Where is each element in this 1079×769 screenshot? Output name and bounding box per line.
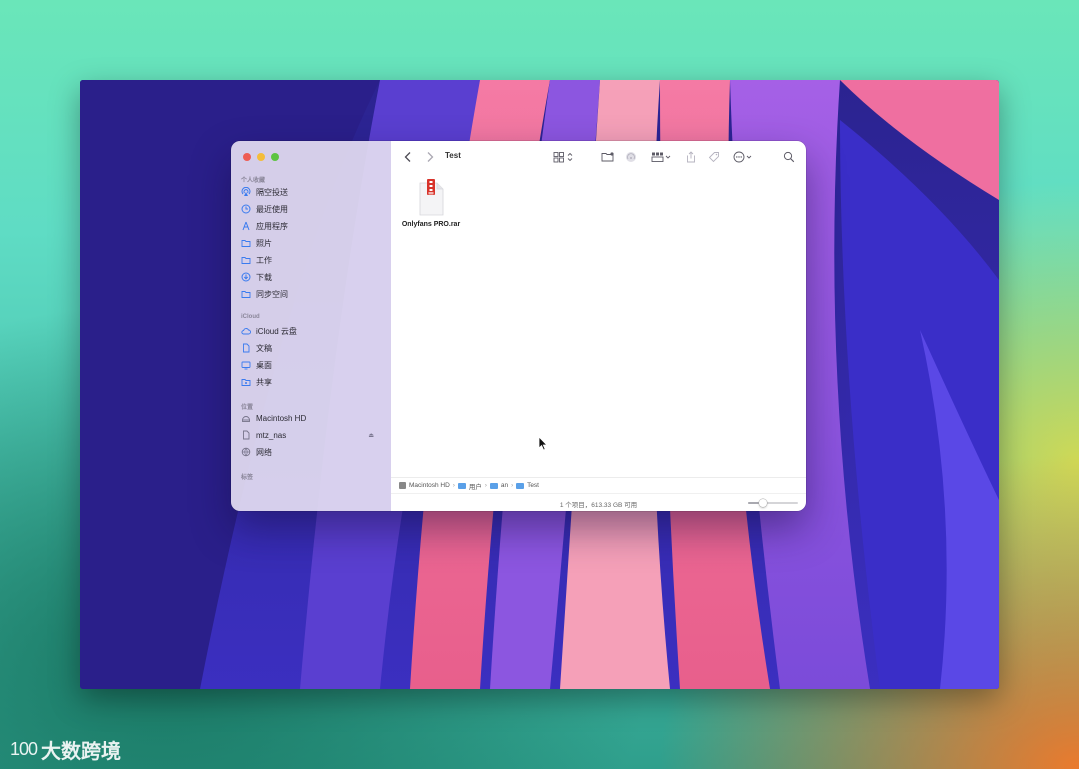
chevron-right-icon: ›: [452, 482, 455, 489]
view-mode-button[interactable]: [553, 150, 575, 164]
sidebar-item-label: 下载: [256, 272, 272, 282]
close-button[interactable]: [243, 153, 251, 161]
disk-icon: [241, 413, 251, 423]
share-button[interactable]: [686, 150, 696, 164]
sidebar-item-label: 最近使用: [256, 204, 288, 214]
cloud-icon: [241, 326, 251, 336]
sidebar-item-mtz-nas[interactable]: mtz_nas ⏏: [241, 428, 386, 442]
status-text: 1 个项目，613.33 GB 可用: [559, 502, 638, 509]
share-icon: [686, 151, 696, 163]
window-title: Test: [445, 151, 461, 160]
grid-view-icon: [553, 151, 575, 163]
watermark-text: 大数跨境: [41, 741, 122, 763]
folder-icon: [457, 482, 466, 489]
shared-folder-icon: [241, 377, 251, 387]
sidebar-item-sync-space[interactable]: 同步空间: [241, 287, 386, 301]
sidebar-item-label: Macintosh HD: [256, 413, 307, 423]
tag-icon: [708, 151, 720, 163]
window-controls: [243, 153, 279, 161]
airdrop-icon: [625, 151, 637, 163]
applications-icon: [241, 221, 251, 231]
sidebar-item-work[interactable]: 工作: [241, 253, 386, 267]
status-bar: 1 个项目，613.33 GB 可用: [391, 493, 806, 511]
document-icon: [241, 343, 251, 353]
watermark-logo: 100: [10, 739, 38, 759]
disk-icon: [399, 482, 406, 489]
finder-window: 个人收藏 隔空投送 最近使用 应用程序 照片 工作 下载 同步空间 iCloud…: [231, 141, 806, 511]
folder-icon: [241, 289, 251, 299]
desktop-icon: [241, 360, 251, 370]
back-button[interactable]: [403, 150, 413, 164]
sidebar-item-downloads[interactable]: 下载: [241, 270, 386, 284]
sidebar-item-label: mtz_nas: [256, 430, 287, 440]
chevron-right-icon: ›: [484, 482, 487, 489]
minimize-button[interactable]: [257, 153, 265, 161]
search-button[interactable]: [783, 150, 795, 164]
mouse-cursor-icon: [538, 436, 548, 456]
sidebar-item-label: iCloud 云盘: [256, 326, 297, 336]
more-actions-button[interactable]: [733, 150, 755, 164]
sidebar-item-label: 网络: [256, 447, 272, 457]
slider-knob[interactable]: [759, 499, 767, 507]
eject-icon[interactable]: ⏏: [368, 432, 374, 439]
sidebar-section-favorites: 个人收藏: [241, 178, 266, 184]
rar-archive-icon: [415, 177, 447, 219]
document-icon: [241, 430, 251, 440]
sidebar-item-photos[interactable]: 照片: [241, 236, 386, 250]
search-icon: [783, 151, 795, 163]
sidebar-item-label: 隔空投送: [256, 187, 288, 197]
file-name: Onlyfans PRO.rar: [401, 221, 461, 228]
sidebar-section-locations: 位置: [241, 405, 254, 411]
sidebar-item-icloud-drive[interactable]: iCloud 云盘: [241, 324, 386, 338]
finder-content: Test Onlyfans PRO.rar Macintosh HD › 用户 …: [391, 141, 806, 511]
sidebar-item-macintosh-hd[interactable]: Macintosh HD: [241, 411, 386, 425]
airdrop-button[interactable]: [625, 150, 637, 164]
clock-icon: [241, 204, 251, 214]
sidebar-item-desktop[interactable]: 桌面: [241, 358, 386, 372]
maximize-button[interactable]: [271, 153, 279, 161]
ellipsis-circle-icon: [733, 151, 755, 163]
download-icon: [241, 272, 251, 282]
sidebar-item-label: 桌面: [256, 360, 272, 370]
new-folder-button[interactable]: [601, 150, 615, 164]
toolbar: Test: [391, 141, 806, 173]
folder-icon: [516, 482, 525, 489]
sidebar-item-shared[interactable]: 共享: [241, 375, 386, 389]
folder-badge-icon: [601, 151, 615, 163]
sidebar-item-label: 同步空间: [256, 289, 288, 299]
watermark: 100 大数跨境: [10, 735, 121, 764]
folder-icon: [489, 482, 498, 489]
airdrop-icon: [241, 187, 251, 197]
file-item[interactable]: Onlyfans PRO.rar: [399, 177, 463, 228]
path-item-macintosh-hd[interactable]: Macintosh HD: [409, 482, 450, 489]
sidebar-item-label: 照片: [256, 238, 272, 248]
sidebar-item-label: 共享: [256, 377, 272, 387]
path-item-users[interactable]: 用户: [469, 481, 482, 491]
sidebar-item-documents[interactable]: 文稿: [241, 341, 386, 355]
sidebar-item-label: 文稿: [256, 343, 272, 353]
chevron-left-icon: [403, 151, 413, 163]
folder-icon: [241, 238, 251, 248]
chevron-right-icon: ›: [511, 482, 514, 489]
group-grid-icon: [651, 151, 673, 163]
forward-button[interactable]: [425, 150, 435, 164]
icon-size-slider[interactable]: [748, 499, 798, 507]
folder-icon: [241, 255, 251, 265]
sidebar: 个人收藏 隔空投送 最近使用 应用程序 照片 工作 下载 同步空间 iCloud…: [231, 141, 392, 511]
sidebar-item-applications[interactable]: 应用程序: [241, 219, 386, 233]
chevron-right-icon: [425, 151, 435, 163]
path-item-test[interactable]: Test: [527, 482, 539, 489]
path-item-an[interactable]: an: [501, 482, 508, 489]
path-bar: Macintosh HD › 用户 › an › Test: [391, 477, 806, 493]
sidebar-section-icloud: iCloud: [241, 314, 260, 320]
sidebar-item-network[interactable]: 网络: [241, 445, 386, 459]
network-icon: [241, 447, 251, 457]
sidebar-item-recents[interactable]: 最近使用: [241, 202, 386, 216]
group-button[interactable]: [651, 150, 673, 164]
sidebar-item-label: 工作: [256, 255, 272, 265]
sidebar-item-label: 应用程序: [256, 221, 288, 231]
tag-button[interactable]: [708, 150, 720, 164]
sidebar-section-tags: 标签: [241, 475, 254, 481]
sidebar-item-airdrop[interactable]: 隔空投送: [241, 185, 386, 199]
